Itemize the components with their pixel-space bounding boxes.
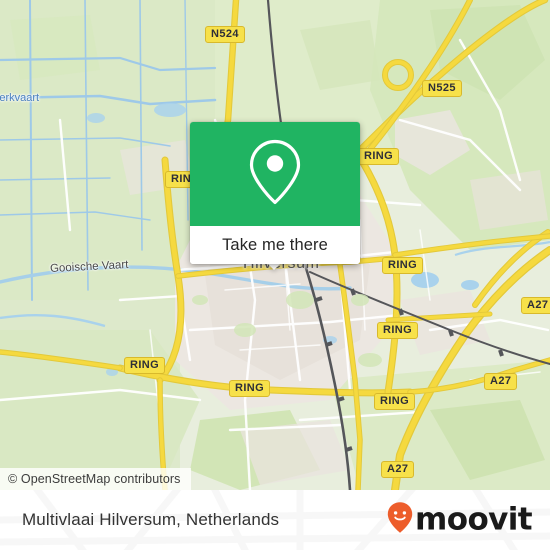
road-shield-n525[interactable]: N525: [422, 80, 462, 98]
callout-icon-area: [190, 122, 360, 226]
take-me-there-button[interactable]: Take me there: [190, 226, 360, 264]
place-title: Multivlaai Hilversum, Netherlands: [22, 510, 280, 529]
location-callout-card[interactable]: Take me there: [190, 122, 360, 264]
road-shield-a27-3[interactable]: A27: [381, 461, 415, 479]
road-shield-ring-5[interactable]: RING: [124, 357, 166, 375]
map-pin-icon: [246, 136, 304, 213]
osm-attribution[interactable]: © OpenStreetMap contributors: [0, 468, 191, 490]
moovit-logo[interactable]: moovit: [387, 501, 533, 539]
road-shield-ring-2[interactable]: RING: [358, 148, 400, 166]
road-shield-n524[interactable]: N524: [205, 26, 245, 44]
bottom-info-bar: Multivlaai Hilversum, Netherlands moovit: [0, 490, 550, 550]
road-shield-a27-2[interactable]: A27: [484, 373, 518, 391]
moovit-wordmark: moovit: [415, 501, 533, 538]
road-shield-ring-4[interactable]: RING: [377, 322, 419, 340]
road-shield-ring-7[interactable]: RING: [374, 393, 416, 411]
take-me-there-label: Take me there: [222, 235, 328, 254]
moovit-pin-icon: [387, 502, 413, 539]
water-label-kerkvaart: Kerkvaart: [0, 92, 40, 104]
road-shield-ring-6[interactable]: RING: [229, 380, 271, 398]
road-shield-a27-1[interactable]: A27: [521, 297, 550, 315]
road-shield-ring-3[interactable]: RING: [382, 257, 424, 275]
moovit-map-screenshot: N524 N525 RING RING RING RING RING RING …: [0, 0, 550, 550]
